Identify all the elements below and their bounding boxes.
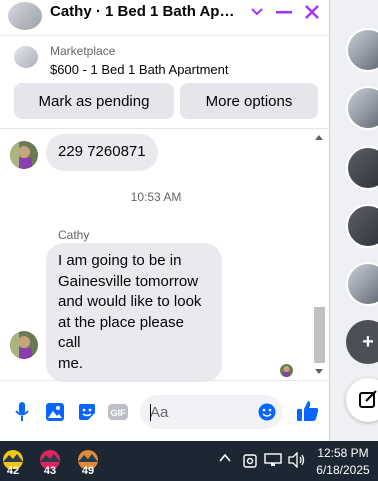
scroll-up-arrow-icon[interactable] [315, 135, 323, 140]
voice-clip-button[interactable] [11, 401, 33, 423]
gif-button[interactable]: GIF [107, 401, 129, 423]
network-button[interactable] [264, 453, 282, 470]
chevron-down-icon [251, 8, 263, 16]
sticker-icon [79, 404, 95, 420]
seen-indicator [280, 364, 293, 377]
conversation-title[interactable]: Cathy · 1 Bed 1 Bath Apartment [50, 3, 242, 20]
like-button[interactable] [295, 398, 321, 424]
message-line: I am going to be in [58, 252, 182, 269]
more-options-button[interactable]: More options [180, 83, 318, 119]
app-badge: 42 [6, 465, 20, 477]
clock-time: 12:58 PM [317, 446, 369, 460]
message-line: Gainesville tomorrow [58, 272, 199, 290]
text-cursor [150, 404, 151, 421]
clock-date: 6/18/2025 [316, 463, 370, 477]
avatar-image [10, 141, 38, 169]
taskbar-app[interactable]: 43 [37, 447, 63, 477]
listing-thumbnail[interactable] [14, 46, 38, 68]
avatar-image [10, 331, 38, 359]
sticker-button[interactable] [76, 401, 98, 423]
camera-icon [243, 454, 257, 468]
message-list: 229 7260871 10:53 AM Cathy I am going to… [0, 128, 330, 382]
chat-options-button[interactable] [246, 2, 268, 22]
chat-head[interactable] [346, 146, 378, 190]
minimize-icon [276, 11, 292, 14]
listing-source: Marketplace [50, 44, 116, 58]
svg-text:GIF: GIF [111, 408, 127, 418]
chevron-up-icon [219, 453, 231, 462]
photo-icon [46, 403, 64, 421]
message-timestamp: 10:53 AM [130, 190, 182, 204]
show-hidden-icons-button[interactable] [219, 451, 231, 466]
avatar[interactable] [10, 331, 38, 359]
system-clock[interactable]: 12:58 PM 6/18/2025 [312, 445, 374, 479]
scroll-down-arrow-icon[interactable] [315, 369, 323, 374]
thumbs-up-icon [297, 401, 319, 421]
volume-button[interactable] [288, 451, 306, 471]
scroll-thumb[interactable] [314, 307, 325, 363]
compose-icon [359, 390, 377, 408]
conversation-avatar[interactable] [8, 2, 42, 30]
message-composer: GIF [0, 380, 330, 441]
minimize-button[interactable] [273, 2, 295, 22]
new-message-button[interactable] [346, 378, 378, 422]
message-line: me. [58, 354, 84, 372]
gif-icon: GIF [108, 404, 128, 420]
emoji-icon [258, 403, 276, 421]
taskbar-app[interactable]: 42 [0, 447, 26, 477]
chat-head[interactable] [346, 28, 378, 72]
mark-as-pending-button[interactable]: Mark as pending [14, 83, 174, 119]
more-chats-button[interactable]: + [346, 320, 378, 364]
emoji-button[interactable] [256, 401, 278, 423]
chat-head[interactable] [346, 204, 378, 248]
marketplace-listing: Marketplace $600 - 1 Bed 1 Bath Apartmen… [0, 36, 330, 128]
network-icon [264, 453, 282, 466]
taskbar: 42 43 49 12:58 PM 6/18/2025 [0, 441, 378, 481]
app-badge: 43 [43, 465, 57, 477]
listing-title[interactable]: $600 - 1 Bed 1 Bath Apartment [50, 62, 229, 77]
app-badge: 49 [81, 465, 95, 477]
chat-head[interactable] [346, 86, 378, 130]
message-line: and would like to look [58, 293, 202, 310]
taskbar-app[interactable]: 49 [75, 447, 101, 477]
tray-app-button[interactable] [243, 452, 257, 471]
message-bubble[interactable]: I am going to be in Gainesville tomorrow… [46, 243, 222, 382]
chat-window: Cathy · 1 Bed 1 Bath Apartment Marketpla… [0, 0, 330, 441]
chat-header[interactable]: Cathy · 1 Bed 1 Bath Apartment [0, 0, 330, 36]
avatar[interactable] [10, 141, 38, 169]
chat-head[interactable] [346, 262, 378, 306]
chat-heads-strip: + [330, 0, 378, 441]
avatar-image [280, 364, 293, 377]
microphone-icon [15, 402, 29, 421]
speaker-icon [288, 451, 305, 469]
sender-name: Cathy [58, 228, 90, 242]
attach-photo-button[interactable] [44, 401, 66, 423]
message-line: at the place please call [58, 313, 184, 352]
close-icon [305, 5, 319, 19]
message-bubble[interactable]: 229 7260871 [46, 134, 158, 171]
close-button[interactable] [301, 2, 323, 22]
